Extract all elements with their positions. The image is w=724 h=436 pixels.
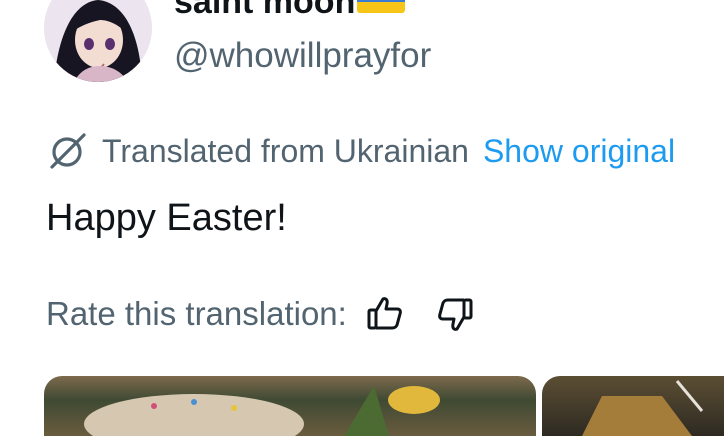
author-display-name-row[interactable]: saint moon <box>174 0 406 21</box>
translation-notice: Translated from Ukrainian Show original <box>46 131 675 171</box>
flag-ukraine-icon <box>357 0 406 13</box>
thumbs-down-button[interactable] <box>435 294 475 334</box>
translate-icon <box>50 133 86 169</box>
easter-photo-2 <box>582 380 704 436</box>
media-image-1[interactable] <box>44 376 536 436</box>
author-handle[interactable]: @whowillprayfor <box>174 36 431 76</box>
avatar-image <box>44 0 152 82</box>
media-image-2[interactable] <box>542 376 724 436</box>
show-original-link[interactable]: Show original <box>483 133 675 170</box>
translated-from-label: Translated from Ukrainian <box>102 132 469 169</box>
rate-translation-label: Rate this translation: <box>46 295 347 332</box>
rate-translation: Rate this translation: <box>46 292 475 336</box>
thumbs-up-icon <box>367 297 402 330</box>
easter-photo-1 <box>84 386 440 436</box>
thumbs-down-icon <box>437 298 473 331</box>
author-display-name: saint moon <box>174 0 356 21</box>
media-gallery <box>44 376 724 436</box>
tweet-text: Happy Easter! <box>46 197 287 239</box>
thumbs-up-button[interactable] <box>365 294 405 334</box>
author-avatar[interactable] <box>44 0 152 82</box>
